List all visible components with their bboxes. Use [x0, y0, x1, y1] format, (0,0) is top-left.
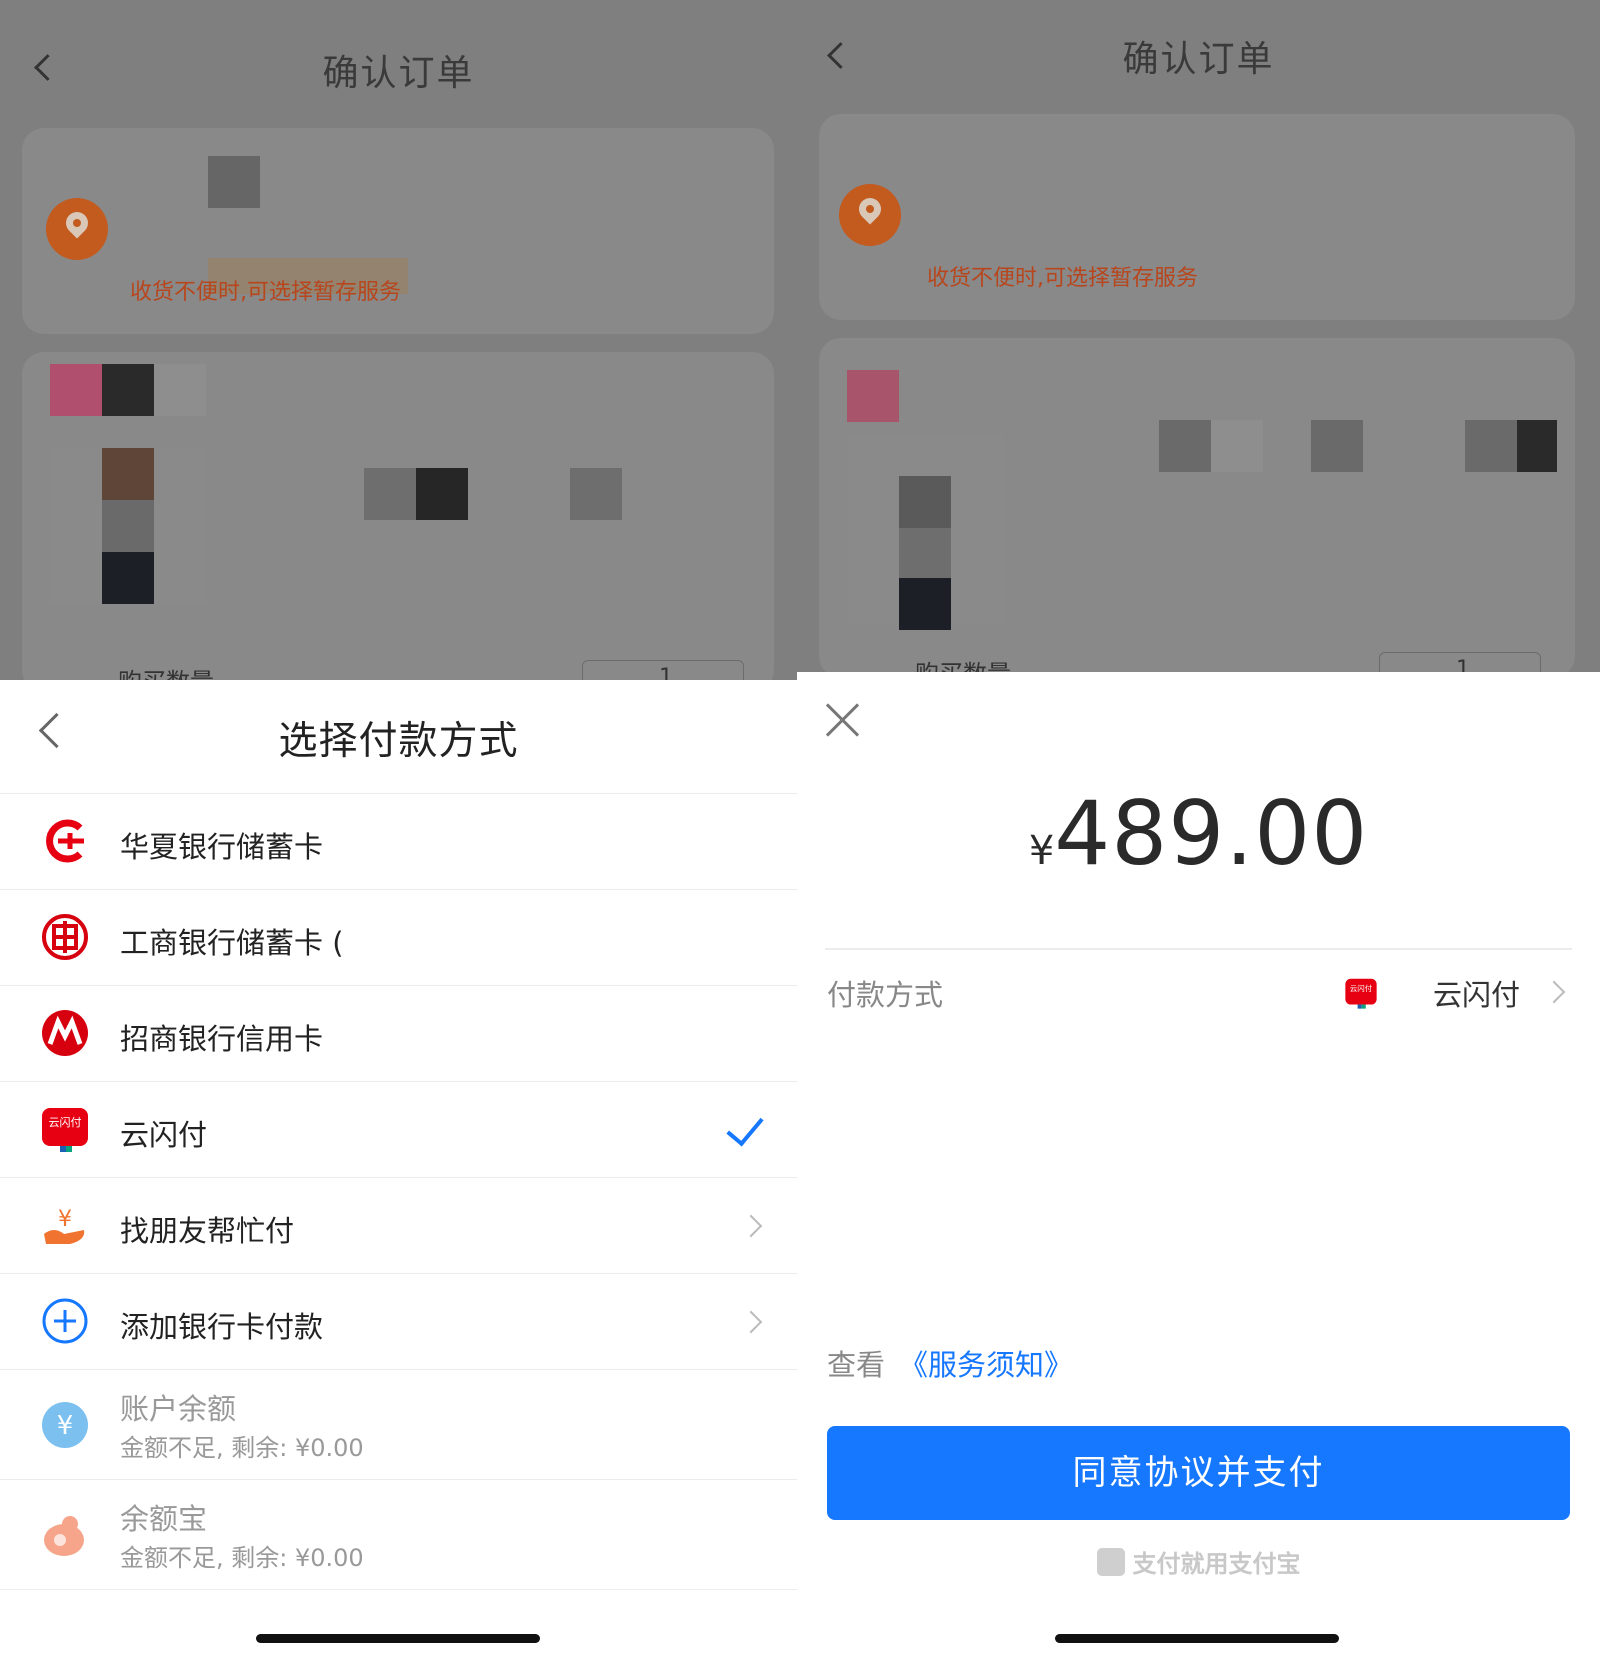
- yuan-balance-icon: ¥: [42, 1402, 88, 1448]
- agree-and-pay-button[interactable]: 同意协议并支付: [827, 1426, 1570, 1520]
- redacted-block: [416, 468, 468, 520]
- order-page-backdrop: 确认订单 收货不便时,可选择暂存服务 购买数量 1: [0, 0, 797, 696]
- address-card: 收货不便时,可选择暂存服务: [22, 128, 774, 334]
- service-terms-link[interactable]: 《服务须知》: [899, 1348, 1073, 1382]
- shop-logo: [847, 370, 899, 422]
- add-circle-icon: [42, 1298, 88, 1344]
- payment-option-unionpay[interactable]: 云闪付 云闪付: [0, 1081, 797, 1178]
- svg-text:¥: ¥: [58, 1207, 72, 1232]
- chevron-right-icon: [739, 1310, 763, 1334]
- page-title: 确认订单: [322, 53, 475, 94]
- redacted-block: [1517, 420, 1557, 472]
- redacted-block: [1465, 420, 1517, 472]
- payment-confirm-screen: 确认订单 收货不便时,可选择暂存服务 购买数量 1 ¥489.00: [797, 0, 1600, 1663]
- redacted-block: [102, 500, 154, 552]
- alipay-logo-icon: [1096, 1548, 1125, 1576]
- selected-check-icon: [726, 1107, 764, 1147]
- redacted-block: [154, 364, 206, 416]
- terms-row: 查看 《服务须知》: [827, 1342, 1073, 1384]
- product-card: 购买数量 1: [819, 338, 1575, 688]
- cmb-bank-icon: [42, 1010, 88, 1056]
- delivery-warning: 收货不便时,可选择暂存服务: [130, 280, 401, 305]
- payment-option-label: 华夏银行储蓄卡: [120, 830, 324, 864]
- payment-option-label: 招商银行信用卡: [120, 1022, 324, 1056]
- redacted-block: [102, 448, 154, 500]
- payment-amount: ¥489.00: [797, 782, 1600, 885]
- home-indicator: [1055, 1634, 1339, 1643]
- sheet-title: 选择付款方式: [278, 719, 519, 764]
- friend-pay-icon: ¥: [44, 1207, 85, 1244]
- redacted-block: [1311, 420, 1363, 472]
- redacted-block: [899, 528, 951, 580]
- svg-text:¥: ¥: [57, 1411, 74, 1441]
- terms-prefix: 查看: [827, 1348, 886, 1382]
- yuebao-icon: [44, 1516, 84, 1556]
- payment-option-friend-pay[interactable]: ¥ 找朋友帮忙付: [0, 1177, 797, 1274]
- location-pin-icon: [839, 184, 901, 246]
- payment-option-label: 余额宝: [120, 1502, 208, 1536]
- amount-value: 489.00: [1054, 782, 1369, 885]
- list-divider: [0, 1589, 797, 1590]
- svg-text:云闪付: 云闪付: [1350, 983, 1373, 993]
- payment-option-label: 找朋友帮忙付: [120, 1214, 295, 1248]
- payment-confirm-sheet: ¥489.00 付款方式 云闪付 云闪付 查看 《服务须知》 同意协议并支付 支付…: [797, 672, 1600, 1663]
- redacted-block: [570, 468, 622, 520]
- order-page-backdrop: 确认订单 收货不便时,可选择暂存服务 购买数量 1: [797, 0, 1600, 688]
- payment-option-sub: 金额不足, 剩余: ¥0.00: [120, 1434, 364, 1462]
- icbc-bank-icon: [42, 914, 88, 960]
- redacted-block: [102, 364, 154, 416]
- close-icon[interactable]: [825, 702, 861, 738]
- chevron-right-icon[interactable]: [1542, 980, 1566, 1004]
- huaxia-bank-icon: [46, 819, 84, 863]
- payment-method-selector[interactable]: 云闪付: [1433, 972, 1520, 1014]
- payment-option-label: 工商银行储蓄卡 (: [120, 926, 344, 960]
- payment-option-icbc[interactable]: 工商银行储蓄卡 (: [0, 889, 797, 986]
- payment-option-label: 添加银行卡付款: [120, 1310, 324, 1344]
- address-card: 收货不便时,可选择暂存服务: [819, 114, 1575, 320]
- payment-method-screen: 确认订单 收货不便时,可选择暂存服务 购买数量 1 选择付款方式: [0, 0, 797, 1663]
- alipay-footer: 支付就用支付宝: [797, 1544, 1600, 1579]
- payment-option-label: 云闪付: [120, 1118, 208, 1152]
- footer-text: 支付就用支付宝: [1132, 1550, 1301, 1578]
- product-card: 购买数量 1: [22, 352, 774, 696]
- divider: [825, 948, 1572, 950]
- chevron-right-icon: [739, 1214, 763, 1238]
- location-pin-icon: [46, 198, 108, 260]
- page-title: 确认订单: [1122, 39, 1275, 80]
- payment-option-label: 账户余额: [120, 1392, 237, 1426]
- redacted-block: [1211, 420, 1263, 472]
- payment-option-huaxia[interactable]: 华夏银行储蓄卡: [0, 793, 797, 890]
- shop-logo: [50, 364, 102, 416]
- redacted-block: [364, 468, 416, 520]
- home-indicator: [256, 1634, 540, 1643]
- unionpay-quickpass-icon: 云闪付: [1345, 978, 1377, 1009]
- redacted-block: [208, 156, 260, 208]
- delivery-warning: 收货不便时,可选择暂存服务: [927, 266, 1198, 291]
- svg-text:云闪付: 云闪付: [49, 1115, 82, 1129]
- payment-option-yuebao: 余额宝 金额不足, 剩余: ¥0.00: [0, 1479, 797, 1590]
- payment-option-balance: ¥ 账户余额 金额不足, 剩余: ¥0.00: [0, 1369, 797, 1480]
- payment-method-label: 付款方式: [827, 978, 944, 1012]
- unionpay-quickpass-icon: 云闪付: [42, 1108, 88, 1152]
- payment-option-cmb[interactable]: 招商银行信用卡: [0, 985, 797, 1082]
- redacted-block: [1159, 420, 1211, 472]
- redacted-block: [899, 476, 951, 528]
- redacted-block: [899, 578, 951, 630]
- currency-symbol: ¥: [1028, 828, 1055, 874]
- redacted-block: [102, 552, 154, 604]
- payment-option-sub: 金额不足, 剩余: ¥0.00: [120, 1544, 364, 1572]
- payment-option-add-card[interactable]: 添加银行卡付款: [0, 1273, 797, 1370]
- payment-method-sheet: 选择付款方式 华夏银行储蓄卡 工商银行储蓄卡 ( 招商银行信用卡 云闪付 云闪付…: [0, 680, 797, 1663]
